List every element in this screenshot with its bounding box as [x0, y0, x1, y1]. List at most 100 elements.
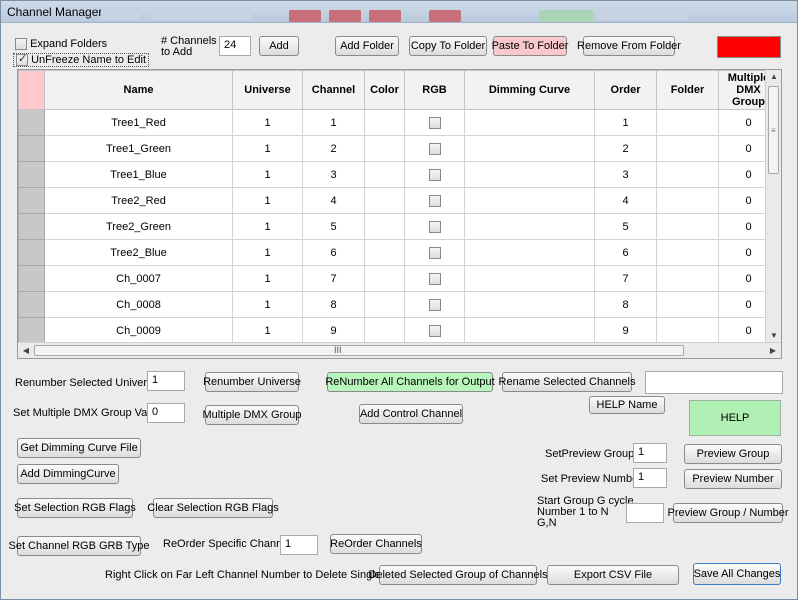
- rgb-checkbox[interactable]: [428, 246, 441, 259]
- cell-dimming-curve[interactable]: [464, 317, 595, 344]
- set-selection-rgb-button[interactable]: Set Selection RGB Flags: [14, 498, 136, 518]
- expand-folders-checkbox[interactable]: Expand Folders: [15, 38, 107, 51]
- cell-folder[interactable]: [656, 317, 719, 344]
- cell-order[interactable]: 2: [594, 135, 657, 162]
- set-channel-rgb-type-button[interactable]: Set Channel RGB GRB Type: [8, 536, 150, 556]
- cell-dimming-curve[interactable]: [464, 135, 595, 162]
- cell-channel[interactable]: 5: [302, 213, 365, 240]
- cell-dimming-curve[interactable]: [464, 291, 595, 318]
- table-row[interactable]: Tree2_Blue 1 6 6 0: [18, 239, 779, 266]
- cell-folder[interactable]: [656, 265, 719, 292]
- column-header-name[interactable]: Name: [44, 70, 233, 110]
- table-row[interactable]: Tree2_Red 1 4 4 0: [18, 187, 779, 214]
- cell-name[interactable]: Ch_0009: [44, 317, 233, 344]
- rgb-checkbox[interactable]: [428, 194, 441, 207]
- column-header-channel[interactable]: Channel: [302, 70, 365, 110]
- table-row[interactable]: Tree1_Green 1 2 2 0: [18, 135, 779, 162]
- cell-channel[interactable]: 4: [302, 187, 365, 214]
- scroll-right-icon[interactable]: ▶: [765, 343, 781, 358]
- cell-folder[interactable]: [656, 135, 719, 162]
- cell-dimming-curve[interactable]: [464, 161, 595, 188]
- cell-dimming-curve[interactable]: [464, 265, 595, 292]
- cell-dimming-curve[interactable]: [464, 213, 595, 240]
- export-csv-button[interactable]: Export CSV File: [547, 565, 679, 585]
- cell-order[interactable]: 7: [594, 265, 657, 292]
- column-header-folder[interactable]: Folder: [656, 70, 719, 110]
- preview-number-input[interactable]: 1: [633, 468, 667, 488]
- cell-universe[interactable]: 1: [232, 187, 303, 214]
- cell-universe[interactable]: 1: [232, 161, 303, 188]
- cell-name[interactable]: Ch_0007: [44, 265, 233, 292]
- cell-color[interactable]: [364, 135, 405, 162]
- save-all-changes-button[interactable]: Save All Changes: [693, 563, 781, 585]
- copy-to-folder-button[interactable]: Copy To Folder: [409, 36, 487, 56]
- column-header-universe[interactable]: Universe: [232, 70, 303, 110]
- cell-channel[interactable]: 2: [302, 135, 365, 162]
- table-row[interactable]: Tree1_Red 1 1 1 0: [18, 109, 779, 136]
- cell-color[interactable]: [364, 265, 405, 292]
- cell-rgb[interactable]: [404, 291, 465, 318]
- cell-channel[interactable]: 8: [302, 291, 365, 318]
- table-row[interactable]: Tree2_Green 1 5 5 0: [18, 213, 779, 240]
- scroll-left-icon[interactable]: ◀: [18, 343, 34, 358]
- cell-folder[interactable]: [656, 109, 719, 136]
- cell-channel[interactable]: 9: [302, 317, 365, 344]
- cell-dimming-curve[interactable]: [464, 187, 595, 214]
- cell-folder[interactable]: [656, 187, 719, 214]
- cell-rgb[interactable]: [404, 187, 465, 214]
- delete-selected-group-button[interactable]: Deleted Selected Group of Channels: [368, 565, 548, 585]
- cell-name[interactable]: Ch_0008: [44, 291, 233, 318]
- cell-rgb[interactable]: [404, 213, 465, 240]
- get-dimming-curve-button[interactable]: Get Dimming Curve File: [17, 438, 141, 458]
- column-header-dimming-curve[interactable]: Dimming Curve: [464, 70, 595, 110]
- renumber-universe-input[interactable]: 1: [147, 371, 185, 391]
- reorder-channels-button[interactable]: ReOrder Channels: [330, 534, 422, 554]
- row-header-cell[interactable]: [18, 135, 45, 162]
- cell-folder[interactable]: [656, 161, 719, 188]
- cell-universe[interactable]: 1: [232, 317, 303, 344]
- cell-channel[interactable]: 7: [302, 265, 365, 292]
- add-dimming-curve-button[interactable]: Add DimmingCurve: [17, 464, 119, 484]
- column-header-color[interactable]: Color: [364, 70, 405, 110]
- row-header-cell[interactable]: [18, 265, 45, 292]
- cell-folder[interactable]: [656, 291, 719, 318]
- row-header-cell[interactable]: [18, 317, 45, 344]
- horizontal-scroll-thumb[interactable]: [34, 345, 684, 356]
- cell-universe[interactable]: 1: [232, 213, 303, 240]
- cell-name[interactable]: Tree1_Green: [44, 135, 233, 162]
- dmx-group-input[interactable]: 0: [147, 403, 185, 423]
- row-header-cell[interactable]: [18, 291, 45, 318]
- add-button[interactable]: Add: [259, 36, 299, 56]
- cell-color[interactable]: [364, 291, 405, 318]
- table-row[interactable]: Ch_0009 1 9 9 0: [18, 317, 779, 344]
- channels-to-add-input[interactable]: 24: [219, 36, 251, 56]
- row-header-cell[interactable]: [18, 109, 45, 136]
- cell-universe[interactable]: 1: [232, 239, 303, 266]
- cell-color[interactable]: [364, 161, 405, 188]
- rgb-checkbox[interactable]: [428, 324, 441, 337]
- cell-rgb[interactable]: [404, 135, 465, 162]
- rename-input[interactable]: [645, 371, 783, 394]
- row-header-cell[interactable]: [18, 239, 45, 266]
- table-row[interactable]: Ch_0008 1 8 8 0: [18, 291, 779, 318]
- column-header-rgb[interactable]: RGB: [404, 70, 465, 110]
- cell-color[interactable]: [364, 187, 405, 214]
- rgb-checkbox[interactable]: [428, 272, 441, 285]
- expand-folders-check[interactable]: [15, 38, 27, 51]
- remove-from-folder-button[interactable]: Remove From Folder: [577, 36, 681, 56]
- clear-selection-rgb-button[interactable]: Clear Selection RGB Flags: [147, 498, 279, 518]
- cell-order[interactable]: 8: [594, 291, 657, 318]
- cell-name[interactable]: Tree1_Blue: [44, 161, 233, 188]
- cell-universe[interactable]: 1: [232, 109, 303, 136]
- grid-horizontal-scrollbar[interactable]: ◀ III ▶: [18, 342, 781, 358]
- renumber-universe-button[interactable]: Renumber Universe: [203, 372, 301, 392]
- cell-rgb[interactable]: [404, 265, 465, 292]
- start-group-input[interactable]: [626, 503, 664, 523]
- row-header-cell[interactable]: [18, 213, 45, 240]
- cell-order[interactable]: 6: [594, 239, 657, 266]
- cell-color[interactable]: [364, 213, 405, 240]
- row-header-cell[interactable]: [18, 161, 45, 188]
- cell-color[interactable]: [364, 239, 405, 266]
- cell-rgb[interactable]: [404, 239, 465, 266]
- color-swatch[interactable]: [717, 36, 781, 58]
